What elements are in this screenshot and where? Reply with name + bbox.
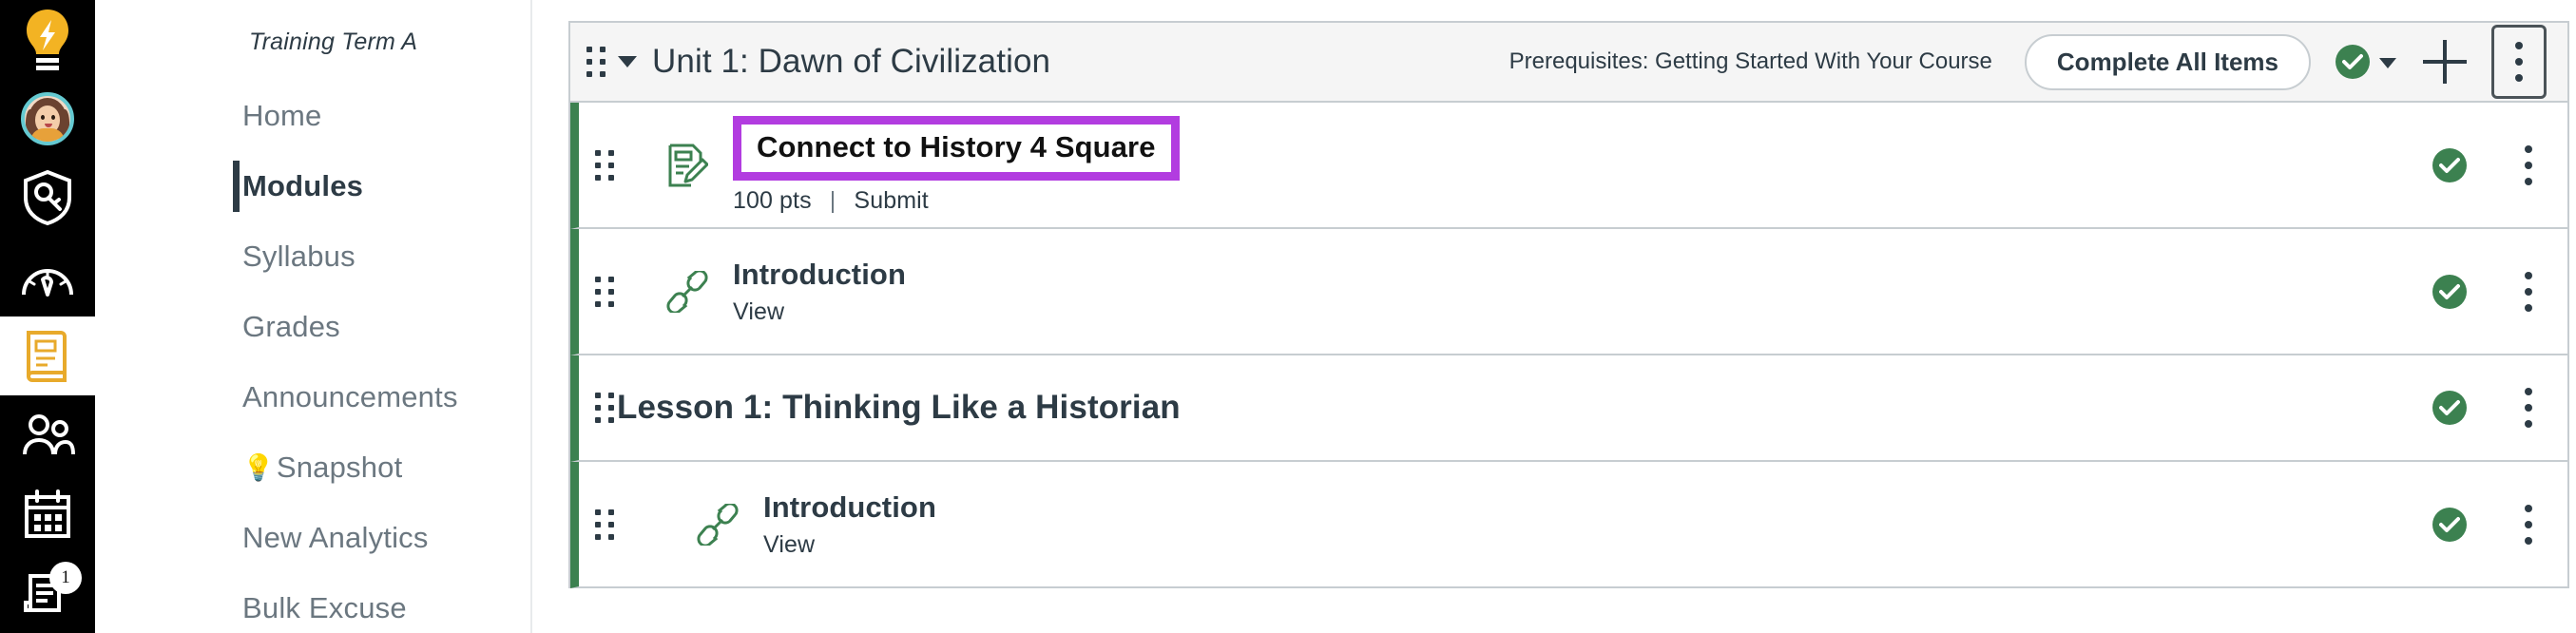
groups-people-icon[interactable]: [0, 395, 95, 474]
module-item-subtitle: View: [763, 531, 2432, 559]
module-item-actions: [2432, 271, 2543, 312]
admin-shield-key-icon[interactable]: [0, 159, 95, 238]
drag-handle-icon[interactable]: [584, 43, 608, 81]
drag-handle-icon[interactable]: [592, 273, 617, 311]
assignment-icon: [661, 143, 714, 188]
module-item-body: Connect to History 4 Square 100 pts | Su…: [733, 115, 2432, 215]
item-options-kebab-icon[interactable]: [2514, 504, 2543, 545]
module-item-subtitle: 100 pts | Submit: [733, 187, 2432, 215]
sidebar-item-syllabus[interactable]: Syllabus: [95, 221, 530, 292]
module-prerequisites: Prerequisites: Getting Started With Your…: [1509, 48, 1992, 74]
module-completed-check-icon[interactable]: [2336, 45, 2370, 79]
module-item-body: Lesson 1: Thinking Like a Historian: [617, 389, 2432, 427]
course-term-label: Training Term A: [249, 29, 418, 55]
app-root: 1 Training Term A Home Modules Syllabus …: [0, 0, 2576, 633]
sidebar-item-modules[interactable]: Modules: [95, 151, 530, 221]
lightbulb-logo-icon[interactable]: [0, 0, 95, 79]
module-item-actions: [2432, 504, 2543, 545]
completion-chevron-down-icon[interactable]: [2379, 57, 2396, 68]
inbox-icon[interactable]: 1: [0, 554, 95, 633]
submit-label: Submit: [854, 186, 929, 214]
dashboard-gauge-icon[interactable]: [0, 238, 95, 316]
module-item-title[interactable]: Introduction: [733, 258, 906, 292]
points-label: 100 pts: [733, 186, 812, 214]
module-header: Unit 1: Dawn of Civilization Prerequisit…: [570, 23, 2567, 103]
sidebar-item-home[interactable]: Home: [95, 81, 530, 151]
sidebar-item-grades[interactable]: Grades: [95, 292, 530, 362]
sidebar-item-new-analytics[interactable]: New Analytics: [95, 503, 530, 573]
item-completed-check-icon[interactable]: [2432, 391, 2467, 425]
drag-handle-icon[interactable]: [592, 389, 617, 427]
add-item-plus-icon[interactable]: [2423, 40, 2467, 84]
item-options-kebab-icon[interactable]: [2514, 271, 2543, 312]
module-options-button[interactable]: [2491, 25, 2547, 99]
global-nav-rail: 1: [0, 0, 95, 633]
module-item-subtitle: View: [733, 298, 2432, 326]
sidebar-item-announcements[interactable]: Announcements: [95, 362, 530, 432]
lightbulb-emoji-icon: 💡: [242, 453, 275, 482]
account-avatar[interactable]: [0, 79, 95, 158]
sidebar-item-label: Snapshot: [276, 451, 403, 484]
item-options-kebab-icon[interactable]: [2514, 144, 2543, 185]
external-link-icon: [691, 503, 744, 546]
sidebar-item-label: Announcements: [242, 380, 458, 413]
sidebar-item-bulk-excuse[interactable]: Bulk Excuse: [95, 573, 530, 633]
sidebar-item-label: Modules: [242, 169, 364, 202]
modules-main: Unit 1: Dawn of Civilization Prerequisit…: [532, 0, 2576, 633]
drag-handle-icon[interactable]: [592, 146, 617, 184]
module-item-title[interactable]: Introduction: [763, 490, 936, 525]
sidebar-item-label: Home: [242, 99, 322, 132]
calendar-icon[interactable]: [0, 475, 95, 554]
item-completed-check-icon[interactable]: [2432, 147, 2467, 182]
item-options-kebab-icon[interactable]: [2514, 388, 2543, 428]
subtitle-divider: |: [829, 186, 836, 214]
view-label: View: [763, 530, 816, 558]
kebab-menu-icon: [2515, 42, 2523, 82]
sidebar-item-label: New Analytics: [242, 521, 429, 554]
courses-book-icon[interactable]: [0, 316, 95, 396]
module-item-actions: [2432, 388, 2543, 428]
module-item-introduction-2[interactable]: Introduction View: [570, 462, 2567, 588]
item-completed-check-icon[interactable]: [2432, 507, 2467, 542]
course-nav: Training Term A Home Modules Syllabus Gr…: [95, 0, 532, 633]
course-nav-list: Home Modules Syllabus Grades Announcemen…: [95, 81, 530, 633]
module-item-title[interactable]: Connect to History 4 Square: [733, 115, 1180, 181]
sidebar-item-snapshot[interactable]: 💡 Snapshot: [95, 432, 530, 503]
module-unit-1: Unit 1: Dawn of Civilization Prerequisit…: [568, 21, 2569, 588]
complete-all-items-button[interactable]: Complete All Items: [2024, 33, 2311, 90]
module-item-body: Introduction View: [763, 490, 2432, 559]
module-item-lesson-1-subheader[interactable]: Lesson 1: Thinking Like a Historian: [570, 355, 2567, 462]
external-link-icon: [661, 270, 714, 313]
avatar: [21, 91, 74, 145]
module-item-connect-to-history-4-square[interactable]: Connect to History 4 Square 100 pts | Su…: [570, 103, 2567, 229]
module-title: Unit 1: Dawn of Civilization: [652, 43, 1051, 80]
inbox-badge: 1: [49, 561, 82, 594]
module-item-actions: [2432, 144, 2543, 185]
item-completed-check-icon[interactable]: [2432, 274, 2467, 309]
sidebar-item-label: Syllabus: [242, 240, 356, 273]
view-label: View: [733, 297, 785, 325]
module-item-body: Introduction View: [733, 258, 2432, 326]
chevron-down-icon[interactable]: [618, 56, 637, 67]
module-item-introduction-1[interactable]: Introduction View: [570, 229, 2567, 355]
sidebar-item-label: Grades: [242, 310, 340, 343]
sidebar-item-label: Bulk Excuse: [242, 591, 407, 624]
drag-handle-icon[interactable]: [592, 506, 617, 544]
module-item-title: Lesson 1: Thinking Like a Historian: [617, 389, 1181, 426]
